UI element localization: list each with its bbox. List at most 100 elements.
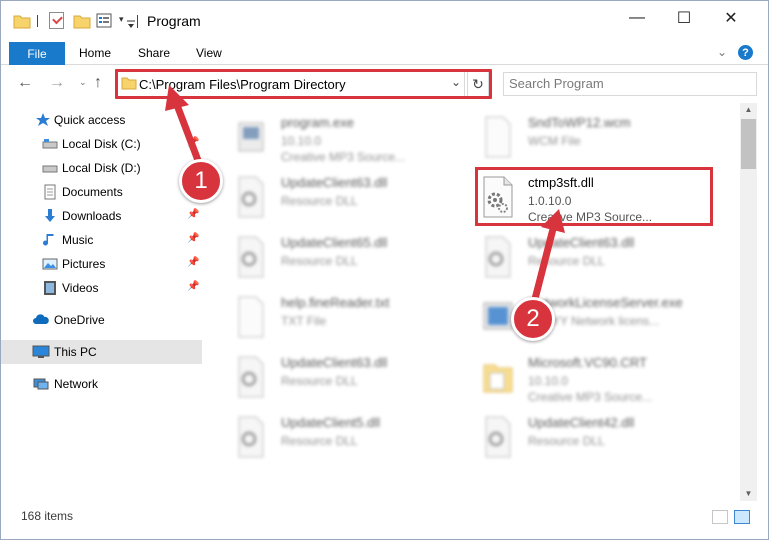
file-detail: Creative MP3 Source...: [281, 150, 406, 164]
pin-icon: 📌: [187, 209, 200, 220]
tab-file[interactable]: File: [9, 42, 65, 65]
file-detail: 10.10.0: [528, 374, 569, 388]
sidebar-item-quick-access[interactable]: Quick access: [1, 108, 202, 132]
back-arrow-icon[interactable]: ←: [17, 74, 33, 92]
sidebar-item-local-disk-c[interactable]: Local Disk (C:) 📌: [1, 132, 202, 156]
forward-arrow-icon[interactable]: →: [49, 74, 65, 92]
music-icon: [43, 234, 54, 246]
blank-file-icon: [238, 296, 264, 338]
dll-icon: [238, 236, 264, 278]
file-name: UpdateClient5.dll: [281, 415, 381, 430]
details-view-icon[interactable]: [712, 510, 728, 524]
sidebar-item-documents[interactable]: Documents 📌: [1, 180, 202, 204]
sidebar-item-label: Local Disk (C:): [62, 137, 141, 151]
address-highlight-box: [115, 69, 492, 99]
pin-icon: 📌: [187, 137, 200, 148]
file-detail: Resource DLL: [528, 434, 605, 448]
help-icon[interactable]: ?: [738, 45, 753, 60]
file-item[interactable]: SndToWP12.wcm WCM File: [474, 107, 714, 165]
blank-file-icon: [485, 116, 511, 158]
title-bar: ▾ Program — ☐ ✕: [1, 1, 768, 41]
sidebar-item-label: OneDrive: [54, 313, 105, 327]
search-input[interactable]: [509, 76, 709, 91]
tab-share[interactable]: Share: [138, 46, 170, 60]
maximize-button[interactable]: ☐: [661, 1, 707, 35]
tab-view[interactable]: View: [196, 46, 222, 60]
sidebar-item-this-pc[interactable]: This PC: [1, 340, 202, 364]
sidebar-item-pictures[interactable]: Pictures 📌: [1, 252, 202, 276]
file-detail: Resource DLL: [281, 254, 358, 268]
computer-icon: [32, 345, 50, 358]
close-button[interactable]: ✕: [708, 1, 754, 35]
dll-icon: [485, 416, 511, 458]
sidebar-item-onedrive[interactable]: OneDrive: [1, 308, 202, 332]
pin-icon: 📌: [187, 281, 200, 292]
file-name: UpdateClient65.dll: [281, 235, 388, 250]
up-arrow-icon[interactable]: ↑: [94, 74, 102, 92]
status-bar: 168 items: [1, 505, 768, 527]
tiles-view-icon[interactable]: [734, 510, 750, 524]
scroll-thumb[interactable]: [741, 119, 756, 169]
file-name: UpdateClient63.dll: [281, 175, 388, 190]
search-box[interactable]: [503, 72, 757, 96]
scroll-up-icon[interactable]: ▲: [740, 103, 757, 117]
expand-ribbon-icon[interactable]: ⌄: [717, 45, 727, 59]
sidebar-item-local-disk-d[interactable]: Local Disk (D:): [1, 156, 202, 180]
file-list: program.exe 10.10.0 Creative MP3 Source.…: [221, 103, 740, 501]
dll-icon: [238, 416, 264, 458]
file-name: UpdateClient63.dll: [281, 355, 388, 370]
dll-icon: [238, 176, 264, 218]
customize-arrow-icon[interactable]: ▾: [119, 14, 124, 32]
properties-icon[interactable]: [95, 12, 115, 30]
sidebar-item-label: Local Disk (D:): [62, 161, 141, 175]
sidebar-item-downloads[interactable]: Downloads 📌: [1, 204, 202, 228]
properties-check-icon[interactable]: [49, 12, 64, 29]
file-detail: TXT File: [281, 314, 327, 328]
sidebar-item-videos[interactable]: Videos 📌: [1, 276, 202, 300]
file-item[interactable]: UpdateClient63.dll Resource DLL: [474, 227, 714, 285]
pin-icon: 📌: [187, 257, 200, 268]
file-detail: Creative MP3 Source...: [528, 390, 653, 404]
sidebar-item-label: This PC: [54, 345, 97, 359]
minimize-button[interactable]: —: [614, 1, 660, 35]
file-detail: Resource DLL: [281, 194, 358, 208]
sidebar-item-label: Downloads: [62, 209, 122, 223]
file-item[interactable]: UpdateClient65.dll Resource DLL: [227, 227, 467, 285]
drive-icon: [42, 139, 58, 149]
file-item[interactable]: program.exe 10.10.0 Creative MP3 Source.…: [227, 107, 467, 165]
file-detail: Resource DLL: [281, 374, 358, 388]
file-name: program.exe: [281, 115, 354, 130]
customize-toolbar-icon[interactable]: [126, 16, 136, 34]
tab-home[interactable]: Home: [79, 46, 111, 60]
cloud-icon: [33, 314, 49, 324]
explorer-window: ▾ Program — ☐ ✕ File Home Share View ⌄ ?…: [0, 0, 769, 540]
file-item[interactable]: help.fineReader.txt TXT File: [227, 287, 467, 345]
drive-icon: [42, 165, 58, 173]
sidebar-item-music[interactable]: Music 📌: [1, 228, 202, 252]
window-title: Program: [147, 13, 201, 29]
navigation-pane: Quick access Local Disk (C:) 📌 Local Dis…: [1, 103, 204, 501]
pictures-icon: [42, 258, 58, 270]
exe-icon: [238, 122, 264, 152]
file-item[interactable]: NetworkLicenseServer.exe ABBYY Network l…: [474, 287, 714, 345]
title-separator: [137, 15, 138, 28]
new-folder-icon[interactable]: [73, 12, 91, 30]
item-count: 168 items: [21, 509, 74, 523]
dll-icon: [238, 356, 264, 398]
network-icon: [33, 378, 49, 390]
file-name: SndToWP12.wcm: [528, 115, 631, 130]
file-item[interactable]: UpdateClient63.dll Resource DLL: [227, 167, 467, 225]
vertical-scrollbar[interactable]: ▲ ▼: [740, 103, 757, 501]
sidebar-item-label: Network: [54, 377, 99, 391]
scroll-down-icon[interactable]: ▼: [740, 487, 757, 501]
file-item[interactable]: UpdateClient63.dll Resource DLL: [227, 347, 467, 405]
recent-locations-icon[interactable]: ⌄: [79, 77, 87, 88]
sidebar-item-network[interactable]: Network: [1, 372, 202, 396]
file-item[interactable]: UpdateClient42.dll Resource DLL: [474, 407, 714, 465]
file-name: UpdateClient42.dll: [528, 415, 635, 430]
folder-icon: [13, 15, 31, 29]
sidebar-item-label: Quick access: [54, 113, 126, 127]
sidebar-item-label: Videos: [62, 281, 99, 295]
file-item[interactable]: UpdateClient5.dll Resource DLL: [227, 407, 467, 465]
file-item[interactable]: Microsoft.VC90.CRT 10.10.0 Creative MP3 …: [474, 347, 714, 405]
